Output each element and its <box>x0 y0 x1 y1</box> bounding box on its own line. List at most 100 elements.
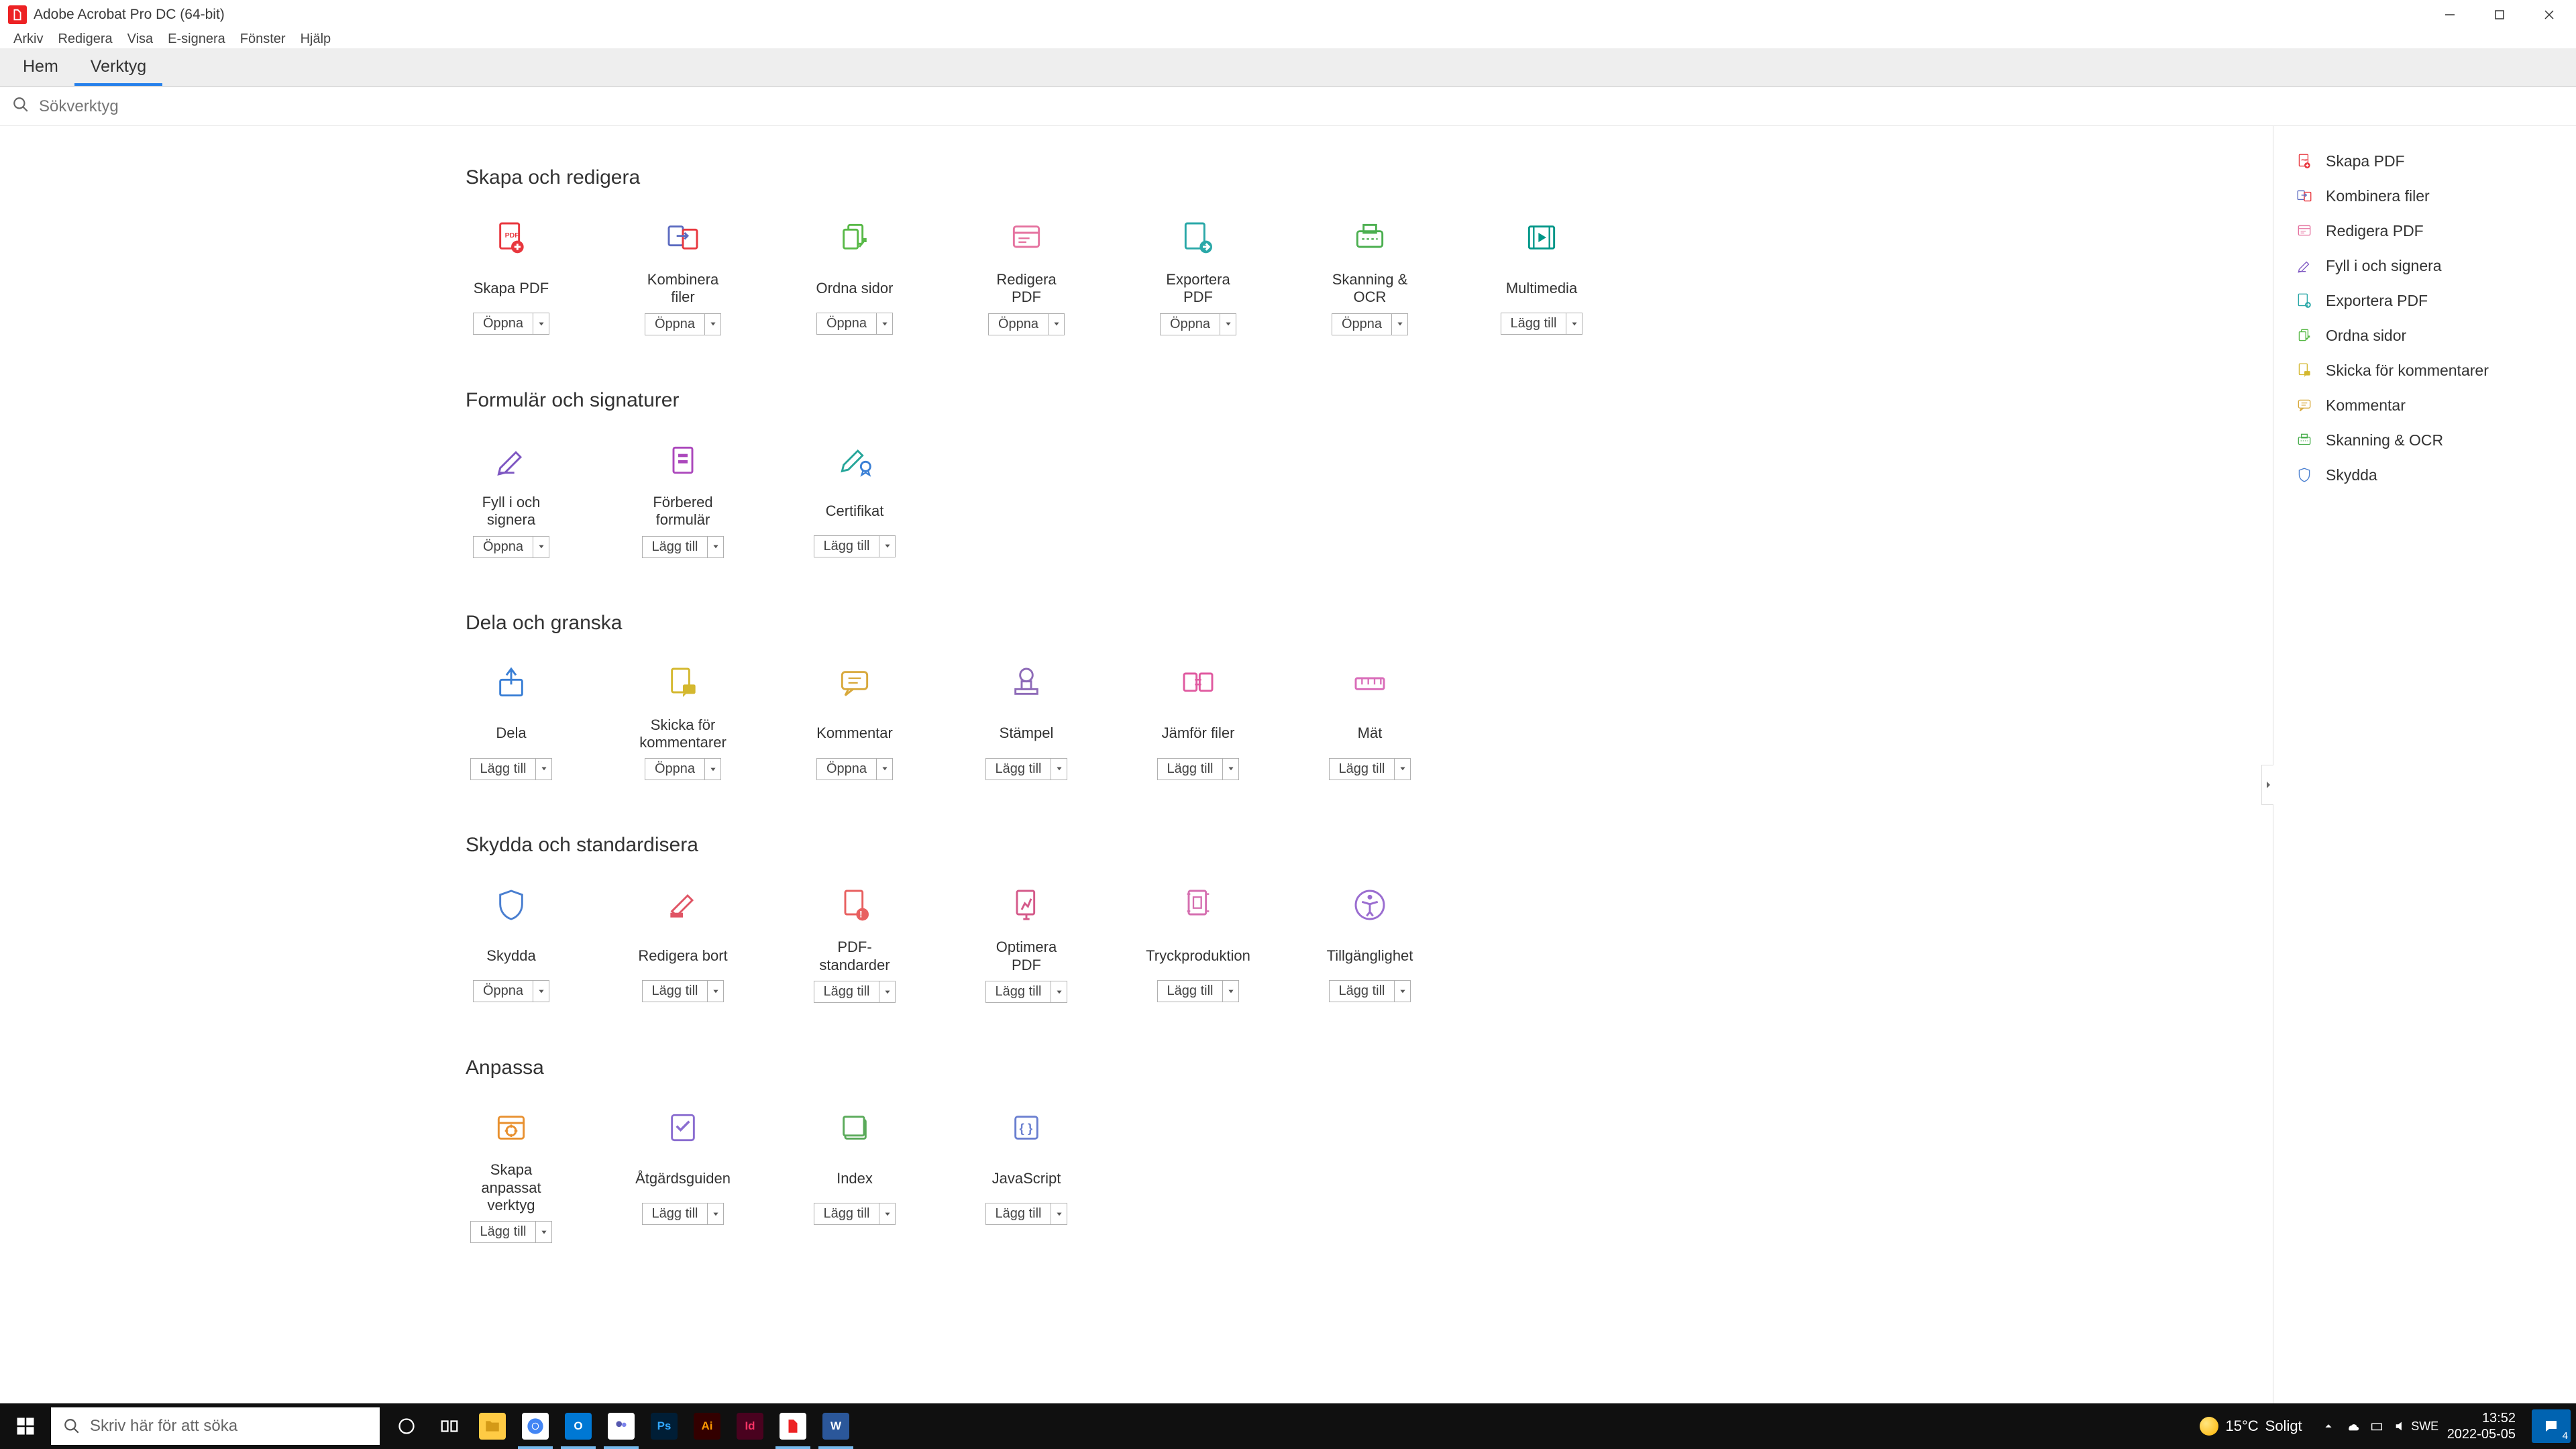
tool-action-button[interactable]: Öppna <box>988 313 1049 335</box>
menu-redigera[interactable]: Redigera <box>51 30 119 48</box>
notification-icon[interactable]: 4 <box>2532 1409 2571 1443</box>
tool-javascript[interactable]: { }JavaScriptLägg till <box>981 1106 1072 1243</box>
photoshop-icon[interactable]: Ps <box>643 1403 686 1449</box>
tool-action-button[interactable]: Lägg till <box>1501 313 1567 335</box>
tool-dropdown-arrow[interactable] <box>1223 758 1239 780</box>
tab-tools[interactable]: Verktyg <box>74 49 162 86</box>
taskbar-search[interactable]: Skriv här för att söka <box>51 1407 380 1445</box>
indesign-icon[interactable]: Id <box>729 1403 771 1449</box>
tool-action-button[interactable]: Lägg till <box>1157 758 1224 780</box>
tool-dropdown-arrow[interactable] <box>533 536 549 558</box>
word-icon[interactable]: W <box>814 1403 857 1449</box>
tool-dropdown-arrow[interactable] <box>1049 313 1065 335</box>
tool-custom-tool[interactable]: Skapa anpassat verktygLägg till <box>466 1106 557 1243</box>
tool-dropdown-arrow[interactable] <box>536 1221 552 1243</box>
menu-arkiv[interactable]: Arkiv <box>7 30 50 48</box>
rp-item-combine[interactable]: Kombinera filer <box>2273 178 2576 213</box>
tool-action-button[interactable]: Lägg till <box>470 758 537 780</box>
tool-measure[interactable]: MätLägg till <box>1324 661 1415 781</box>
tool-dropdown-arrow[interactable] <box>533 980 549 1002</box>
tool-action-button[interactable]: Lägg till <box>985 1203 1052 1225</box>
tool-action-button[interactable]: Lägg till <box>1329 758 1395 780</box>
tool-organize[interactable]: Ordna sidorÖppna <box>809 216 900 335</box>
tool-stamp[interactable]: StämpelLägg till <box>981 661 1072 781</box>
tool-action-button[interactable]: Lägg till <box>814 981 880 1003</box>
tool-optimize[interactable]: Optimera PDFLägg till <box>981 883 1072 1003</box>
tool-accessibility[interactable]: TillgänglighetLägg till <box>1324 883 1415 1003</box>
tray-chevron-icon[interactable] <box>2318 1416 2339 1436</box>
tool-action-button[interactable]: Öppna <box>816 313 877 335</box>
tool-comment[interactable]: KommentarÖppna <box>809 661 900 781</box>
menu-fonster[interactable]: Fönster <box>233 30 292 48</box>
tool-prepare-form[interactable]: Förbered formulärLägg till <box>637 439 729 558</box>
rp-item-organize[interactable]: Ordna sidor <box>2273 318 2576 353</box>
tool-certificate[interactable]: CertifikatLägg till <box>809 439 900 558</box>
tool-action-button[interactable]: Lägg till <box>642 536 708 558</box>
language-icon[interactable]: SWE <box>2415 1416 2435 1436</box>
tool-action-button[interactable]: Lägg till <box>1157 980 1224 1002</box>
teams-icon[interactable] <box>600 1403 643 1449</box>
tool-dropdown-arrow[interactable] <box>1395 758 1411 780</box>
tool-dropdown-arrow[interactable] <box>705 758 721 780</box>
rp-item-send-comments[interactable]: Skicka för kommentarer <box>2273 353 2576 388</box>
close-button[interactable] <box>2525 1 2573 28</box>
tool-dropdown-arrow[interactable] <box>1395 980 1411 1002</box>
tool-standards[interactable]: !PDF-standarderLägg till <box>809 883 900 1003</box>
tool-action-button[interactable]: Lägg till <box>814 535 880 557</box>
volume-icon[interactable] <box>2391 1416 2411 1436</box>
tool-action-button[interactable]: Öppna <box>473 536 533 558</box>
minimize-button[interactable] <box>2426 1 2474 28</box>
outlook-icon[interactable]: O <box>557 1403 600 1449</box>
tool-dropdown-arrow[interactable] <box>708 536 724 558</box>
tool-action-button[interactable]: Lägg till <box>642 980 708 1002</box>
tool-action-button[interactable]: Öppna <box>816 758 877 780</box>
tool-dropdown-arrow[interactable] <box>708 1203 724 1225</box>
tool-dropdown-arrow[interactable] <box>879 1203 896 1225</box>
rp-item-export-pdf[interactable]: Exportera PDF <box>2273 283 2576 318</box>
tool-multimedia[interactable]: MultimediaLägg till <box>1496 216 1587 335</box>
maximize-button[interactable] <box>2475 1 2524 28</box>
file-explorer-icon[interactable] <box>471 1403 514 1449</box>
tool-dropdown-arrow[interactable] <box>536 758 552 780</box>
tool-dropdown-arrow[interactable] <box>879 535 896 557</box>
tool-dropdown-arrow[interactable] <box>879 981 896 1003</box>
task-view-icon[interactable] <box>428 1403 471 1449</box>
tool-dropdown-arrow[interactable] <box>1220 313 1236 335</box>
onedrive-icon[interactable] <box>2343 1416 2363 1436</box>
illustrator-icon[interactable]: Ai <box>686 1403 729 1449</box>
rp-item-protect[interactable]: Skydda <box>2273 458 2576 492</box>
tool-send-comments[interactable]: Skicka för kommentarerÖppna <box>637 661 729 781</box>
tool-dropdown-arrow[interactable] <box>533 313 549 335</box>
rp-item-scan[interactable]: Skanning & OCR <box>2273 423 2576 458</box>
tool-dropdown-arrow[interactable] <box>877 758 893 780</box>
tool-protect[interactable]: SkyddaÖppna <box>466 883 557 1003</box>
tool-dropdown-arrow[interactable] <box>1051 981 1067 1003</box>
tool-export-pdf[interactable]: Exportera PDFÖppna <box>1152 216 1244 335</box>
rp-item-fill-sign[interactable]: Fyll i och signera <box>2273 248 2576 283</box>
tool-create-pdf[interactable]: PDFSkapa PDFÖppna <box>466 216 557 335</box>
tool-action-button[interactable]: Öppna <box>473 980 533 1002</box>
tool-edit-pdf[interactable]: Redigera PDFÖppna <box>981 216 1072 335</box>
cortana-icon[interactable] <box>385 1403 428 1449</box>
tool-dropdown-arrow[interactable] <box>877 313 893 335</box>
start-button[interactable] <box>0 1403 51 1449</box>
tool-index[interactable]: IndexLägg till <box>809 1106 900 1243</box>
tool-action-button[interactable]: Öppna <box>473 313 533 335</box>
rp-item-create-pdf[interactable]: PDFSkapa PDF <box>2273 144 2576 178</box>
tool-action-wizard[interactable]: ÅtgärdsguidenLägg till <box>637 1106 729 1243</box>
rp-item-edit-pdf[interactable]: Redigera PDF <box>2273 213 2576 248</box>
chrome-icon[interactable] <box>514 1403 557 1449</box>
tool-dropdown-arrow[interactable] <box>1392 313 1408 335</box>
tool-fill-sign[interactable]: Fyll i och signeraÖppna <box>466 439 557 558</box>
taskbar-clock[interactable]: 13:52 2022-05-05 <box>2439 1410 2524 1442</box>
tool-action-button[interactable]: Lägg till <box>985 758 1052 780</box>
panel-toggle[interactable] <box>2261 765 2273 805</box>
tool-action-button[interactable]: Öppna <box>645 758 705 780</box>
tool-print-prod[interactable]: TryckproduktionLägg till <box>1152 883 1244 1003</box>
tool-action-button[interactable]: Lägg till <box>642 1203 708 1225</box>
acrobat-icon[interactable] <box>771 1403 814 1449</box>
tool-action-button[interactable]: Lägg till <box>985 981 1052 1003</box>
tool-dropdown-arrow[interactable] <box>1051 1203 1067 1225</box>
tool-dropdown-arrow[interactable] <box>1566 313 1582 335</box>
tab-home[interactable]: Hem <box>7 49 74 86</box>
